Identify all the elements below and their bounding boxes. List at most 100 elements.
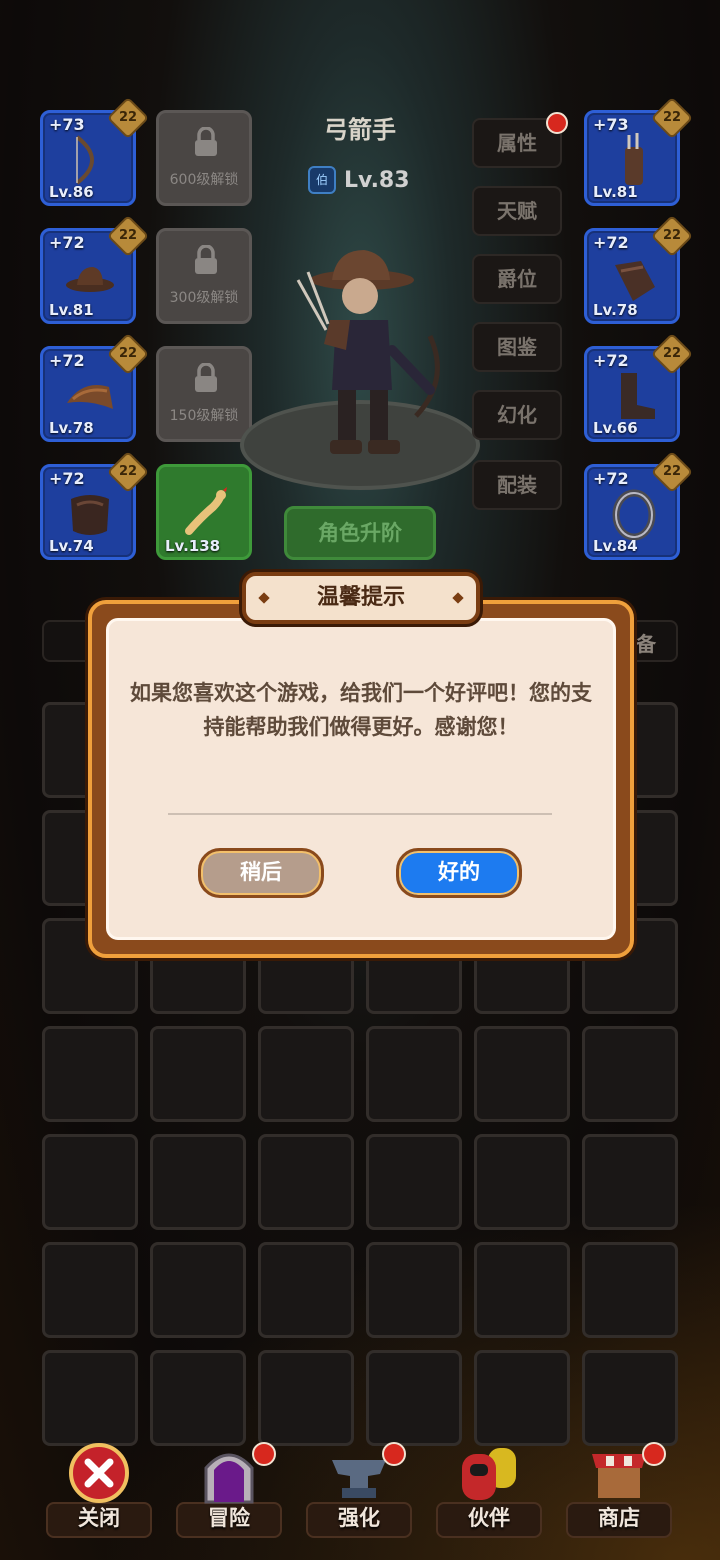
menu-label: 属性 — [497, 131, 537, 155]
notification-dot — [642, 1442, 666, 1466]
dialog-body — [106, 618, 616, 940]
inventory-cell[interactable] — [366, 1242, 462, 1338]
nav-adventure[interactable]: 冒险 — [164, 1440, 294, 1548]
close-icon — [69, 1443, 129, 1503]
partners-icon — [462, 1448, 516, 1500]
nav-label: 商店 — [598, 1506, 640, 1530]
title-ornament-right — [452, 592, 464, 604]
inventory-cell[interactable] — [582, 1242, 678, 1338]
inventory-cell[interactable] — [474, 1134, 570, 1230]
inventory-cell[interactable] — [582, 1350, 678, 1446]
dialog-title-text: 温馨提示 — [316, 585, 405, 610]
boots-icon — [621, 373, 655, 419]
menu-label: 天赋 — [497, 199, 537, 223]
inventory-cell[interactable] — [474, 1242, 570, 1338]
inventory-cell[interactable] — [258, 1134, 354, 1230]
inventory-cell[interactable] — [150, 1242, 246, 1338]
dialog-title: 温馨提示 — [242, 572, 480, 624]
inventory-cell[interactable] — [366, 1134, 462, 1230]
character-advance-button[interactable]: 角色升阶 — [284, 506, 436, 560]
equip-slot-weapon[interactable]: +73 22 Lv.86 — [40, 96, 150, 206]
slot-level: Lv.74 — [49, 537, 94, 555]
menu-label: 图鉴 — [497, 335, 537, 359]
notification-dot — [252, 1442, 276, 1466]
nav-close[interactable]: 关闭 — [34, 1440, 164, 1548]
inventory-cell[interactable] — [150, 1134, 246, 1230]
shop-icon — [592, 1454, 646, 1498]
locked-slot-150[interactable]: 150级解锁 — [156, 346, 252, 442]
menu-label: 爵位 — [497, 267, 537, 291]
equip-slot-ring[interactable]: +72 22 Lv.84 — [584, 450, 694, 560]
inventory-cell[interactable] — [42, 1134, 138, 1230]
inventory-cell[interactable] — [42, 1242, 138, 1338]
inventory-cell[interactable] — [150, 1026, 246, 1122]
equip-slot-helmet[interactable]: +72 22 Lv.81 — [40, 214, 150, 324]
menu-attributes[interactable]: 属性 — [472, 112, 568, 168]
inventory-cell[interactable] — [366, 1026, 462, 1122]
inventory-cell[interactable] — [474, 1350, 570, 1446]
slot-level: Lv.84 — [593, 537, 638, 555]
equip-slot-gloves[interactable]: +72 22 Lv.78 — [584, 214, 694, 324]
inventory-cell[interactable] — [582, 1026, 678, 1122]
slot-plus: +72 — [593, 469, 629, 488]
ring-icon — [612, 489, 656, 541]
slot-level: Lv.138 — [165, 537, 221, 555]
slot-level: Lv.78 — [49, 419, 94, 437]
slot-level: Lv.78 — [593, 301, 638, 319]
later-button[interactable]: 稍后 — [198, 848, 324, 898]
menu-title[interactable]: 爵位 — [472, 254, 562, 304]
locked-slot-300[interactable]: 300级解锁 — [156, 228, 252, 324]
dialog-divider — [168, 813, 552, 815]
menu-talent[interactable]: 天赋 — [472, 186, 562, 236]
inventory-cell[interactable] — [150, 1350, 246, 1446]
equip-slot-quiver[interactable]: +73 22 Lv.81 — [584, 96, 694, 206]
nav-partners[interactable]: 伙伴 — [424, 1440, 554, 1548]
slot-plus: +73 — [593, 115, 629, 134]
nav-label: 关闭 — [78, 1506, 120, 1530]
menu-label: 幻化 — [497, 403, 537, 427]
slot-level: Lv.81 — [49, 301, 94, 319]
equip-slot-shoulder[interactable]: +72 22 Lv.78 — [40, 332, 150, 442]
equip-slot-boots[interactable]: +72 22 Lv.66 — [584, 332, 694, 442]
gauntlet-icon — [615, 261, 655, 301]
locked-slot-600[interactable]: 600级解锁 — [156, 110, 252, 206]
portal-icon — [204, 1453, 254, 1504]
menu-label: 配装 — [497, 473, 537, 497]
archer-character-sprite — [296, 250, 440, 454]
character-name: 弓箭手 — [324, 116, 396, 144]
menu-codex[interactable]: 图鉴 — [472, 322, 562, 372]
slot-level: Lv.66 — [593, 419, 638, 437]
inventory-cell[interactable] — [366, 1350, 462, 1446]
slot-plus: +73 — [49, 115, 85, 134]
bow-icon — [75, 135, 94, 185]
title-ornament-left — [258, 592, 270, 604]
nav-shop[interactable]: 商店 — [554, 1440, 684, 1548]
inventory-cell[interactable] — [582, 1134, 678, 1230]
slot-plus: +72 — [593, 351, 629, 370]
unlock-requirement: 300级解锁 — [169, 290, 239, 306]
shoulder-armor-icon — [67, 385, 113, 409]
menu-transmog[interactable]: 幻化 — [472, 390, 562, 440]
menu-loadout[interactable]: 配装 — [472, 460, 562, 510]
nav-label: 强化 — [338, 1506, 380, 1530]
inventory-cell[interactable] — [258, 1026, 354, 1122]
nav-label: 冒险 — [208, 1506, 250, 1530]
slot-level: Lv.81 — [593, 183, 638, 201]
inventory-cell[interactable] — [258, 1242, 354, 1338]
quiver-icon — [625, 133, 643, 185]
ok-button[interactable]: 好的 — [396, 848, 522, 898]
inventory-cell[interactable] — [42, 1026, 138, 1122]
hat-icon — [66, 267, 114, 292]
dialog-message: 如果您喜欢这个游戏，给我们一个好评吧！您的支持能帮助我们做得更好。感谢您！ — [130, 681, 592, 739]
lock-icon — [195, 127, 217, 156]
nav-enhance[interactable]: 强化 — [294, 1440, 424, 1548]
pet-slot[interactable]: Lv.138 — [156, 464, 252, 560]
equip-slot-chest[interactable]: +72 22 Lv.74 — [40, 450, 150, 560]
inventory-cell[interactable] — [474, 1026, 570, 1122]
notification-dot — [382, 1442, 406, 1466]
lock-icon — [195, 363, 217, 392]
unlock-requirement: 150级解锁 — [169, 408, 239, 424]
inventory-cell[interactable] — [258, 1350, 354, 1446]
inventory-cell[interactable] — [42, 1350, 138, 1446]
character-level-text: Lv.83 — [344, 167, 410, 193]
